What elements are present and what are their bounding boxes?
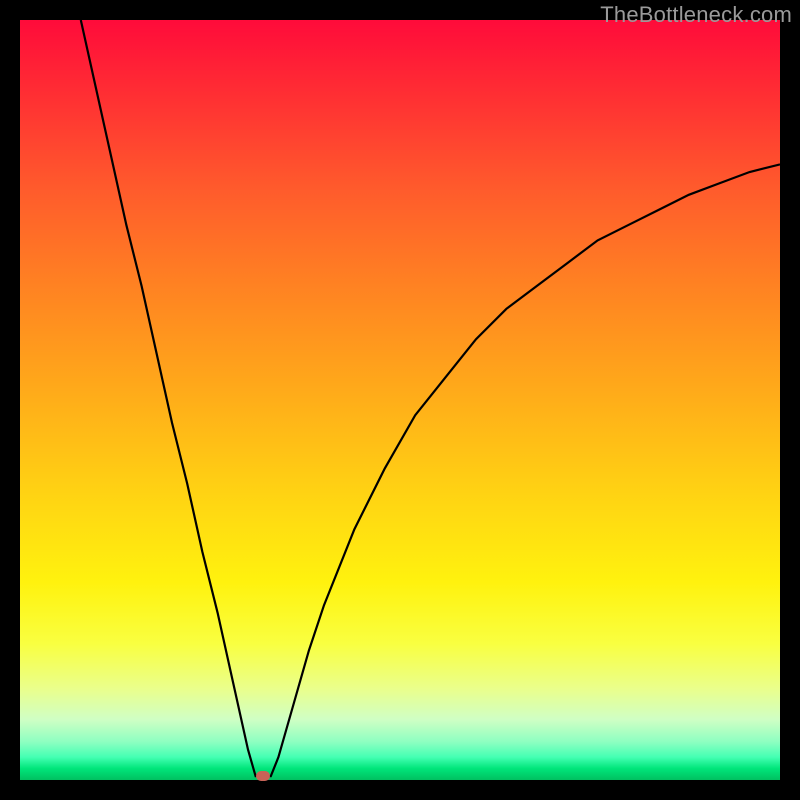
bottleneck-curve — [20, 20, 780, 780]
watermark-text: TheBottleneck.com — [600, 2, 792, 28]
min-point-marker — [256, 771, 270, 781]
chart-frame: TheBottleneck.com — [0, 0, 800, 800]
